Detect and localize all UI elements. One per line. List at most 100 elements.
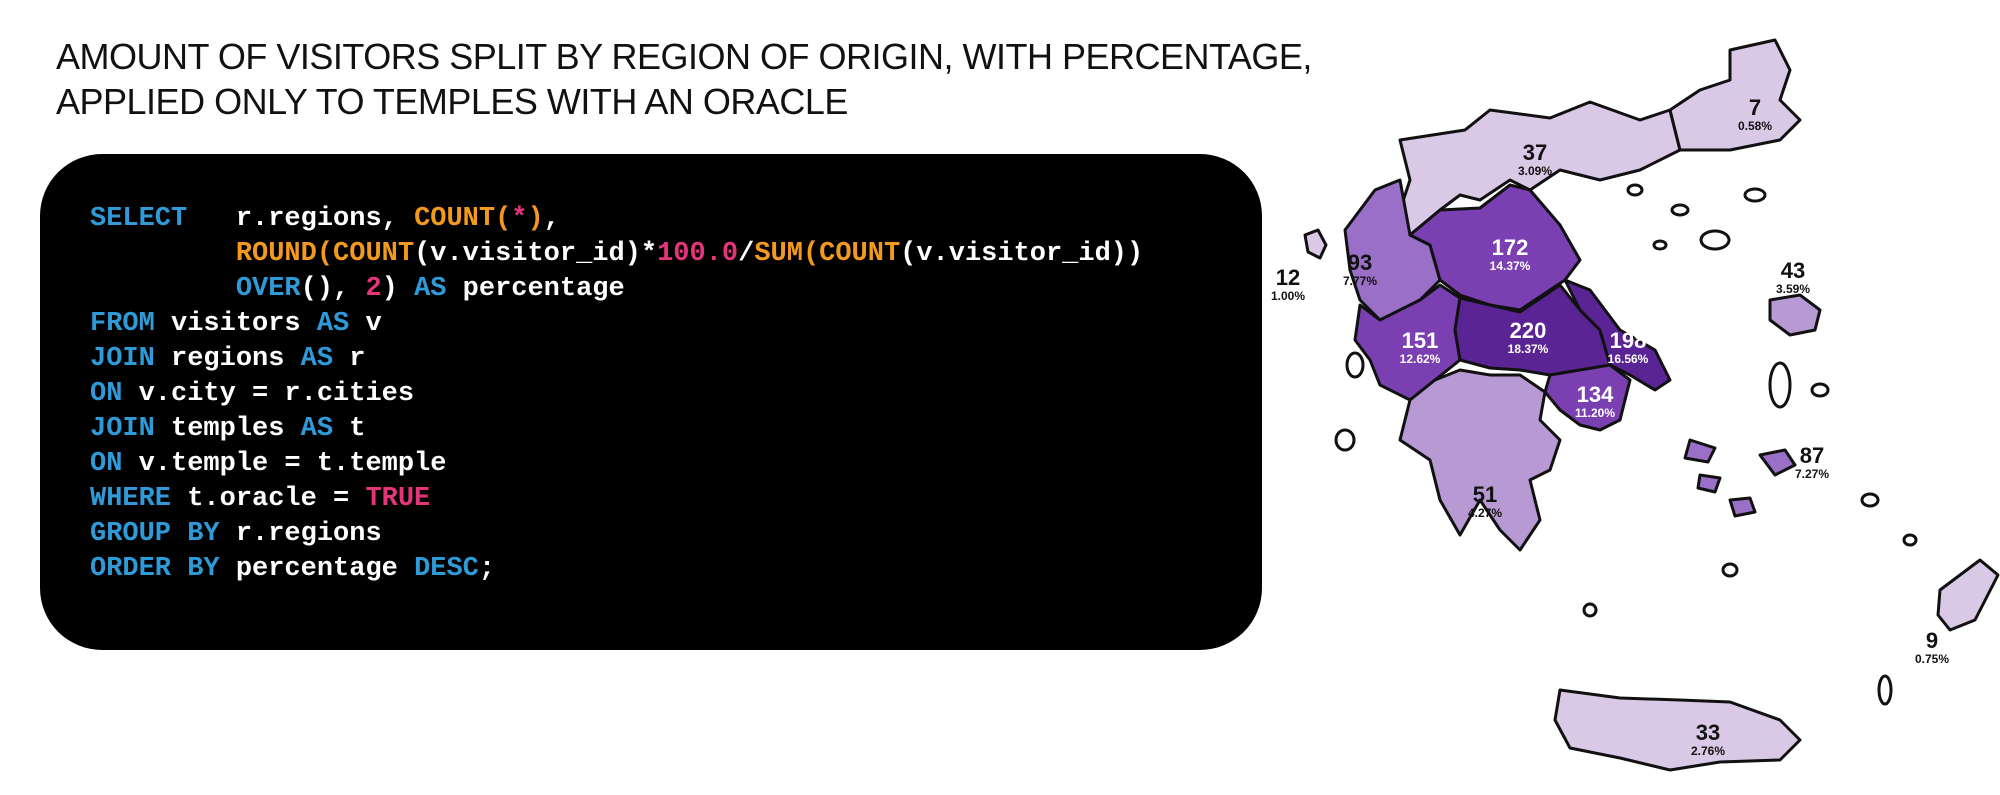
code-token-text: v.city = r.cities	[122, 379, 415, 409]
region-percent-label: 18.37%	[1508, 342, 1549, 356]
region-percent-label: 0.75%	[1915, 652, 1949, 666]
code-token-keyword: SELECT	[90, 204, 188, 234]
code-token-keyword: ON	[90, 379, 123, 409]
region-count-label: 43	[1781, 258, 1805, 283]
code-line: SELECT r.regions, COUNT(*),	[90, 202, 1262, 237]
code-token-text: r	[333, 344, 366, 374]
title-line-2: APPLIED ONLY TO TEMPLES WITH AN ORACLE	[56, 81, 848, 122]
region-percent-label: 12.62%	[1400, 352, 1441, 366]
code-token-function: (	[316, 239, 334, 269]
code-token-function: COUNT	[819, 239, 901, 269]
code-token-keyword: WHERE	[90, 484, 172, 514]
region-percent-label: 11.20%	[1575, 406, 1615, 420]
code-token-literal: 2	[365, 274, 382, 304]
region-percent-label: 16.56%	[1608, 352, 1649, 366]
region-count-label: 87	[1800, 443, 1824, 468]
code-token-keyword: GROUP BY	[90, 519, 220, 549]
code-token-keyword: JOIN	[90, 414, 155, 444]
region-crete	[1553, 688, 1802, 772]
region-percent-label: 1.00%	[1271, 289, 1305, 303]
region-count-label: 33	[1696, 720, 1720, 745]
code-token-text: percentage	[446, 274, 625, 304]
code-token-keyword: AS	[300, 414, 334, 444]
code-token-keyword: OVER	[235, 274, 301, 304]
region-percent-label: 7.77%	[1343, 274, 1377, 288]
region-percent-label: 14.37%	[1490, 259, 1531, 273]
code-line: JOIN temples AS t	[90, 412, 1262, 447]
code-token-function: COUNT	[333, 239, 415, 269]
region-count-label: 51	[1473, 482, 1497, 507]
code-token-text: temples	[154, 414, 301, 444]
code-token-text: )	[381, 274, 415, 304]
title-line-1: AMOUNT OF VISITORS SPLIT BY REGION OF OR…	[56, 36, 1312, 77]
region-count-label: 93	[1348, 250, 1372, 275]
code-token-text: (v.visitor_id))	[900, 239, 1144, 269]
code-token-function: (	[495, 204, 512, 234]
sql-code-panel: SELECT r.regions, COUNT(*), ROUND(COUNT(…	[40, 154, 1262, 650]
code-line: GROUP BY r.regions	[90, 517, 1262, 552]
region-count-label: 12	[1276, 265, 1300, 290]
region-count-label: 198	[1610, 328, 1647, 353]
region-south-aegean	[1683, 438, 1797, 518]
code-token-keyword: DESC	[414, 554, 479, 584]
code-token-text: ;	[478, 554, 496, 584]
region-north-aegean	[1768, 293, 1822, 337]
code-line: ORDER BY percentage DESC;	[90, 552, 1262, 587]
greece-region-map: 37 3.09% 7 0.58% 93 7.77% 172 14.37% 12 1.00% 151 1…	[1260, 30, 2000, 795]
region-percent-label: 3.59%	[1776, 282, 1810, 296]
code-token-text: r.regions,	[187, 204, 415, 234]
sql-query: SELECT r.regions, COUNT(*), ROUND(COUNT(…	[90, 202, 1262, 587]
code-token-text: (v.visitor_id)*	[414, 239, 658, 269]
code-token-function: )	[527, 204, 544, 234]
code-token-keyword: AS	[316, 309, 350, 339]
code-line: WHERE t.oracle = TRUE	[90, 482, 1262, 517]
region-corfu	[1303, 228, 1328, 260]
code-token-function: COUNT	[414, 204, 496, 234]
region-count-label: 37	[1523, 140, 1547, 165]
code-token-keyword: ORDER BY	[90, 554, 220, 584]
code-token-function: (	[802, 239, 820, 269]
code-line: JOIN regions AS r	[90, 342, 1262, 377]
region-count-label: 220	[1510, 318, 1547, 343]
code-token-text: percentage	[219, 554, 415, 584]
region-percent-label: 4.27%	[1468, 506, 1502, 520]
code-token-function: SUM	[754, 239, 803, 269]
code-token-text: visitors	[154, 309, 317, 339]
code-token-keyword: FROM	[90, 309, 155, 339]
code-token-keyword: JOIN	[90, 344, 155, 374]
map-svg: 373.09%70.58%937.77%17214.37%121.00%1511…	[1271, 38, 2000, 772]
code-token-keyword: ON	[90, 449, 123, 479]
code-token-text: /	[738, 239, 755, 269]
code-token-text: r.regions	[219, 519, 382, 549]
code-token-literal: 100.0	[657, 239, 739, 269]
code-token-literal: *	[511, 204, 528, 234]
code-token-text: t	[333, 414, 366, 444]
region-thrace	[1668, 38, 1802, 152]
region-peloponnese	[1398, 368, 1562, 552]
page-title: AMOUNT OF VISITORS SPLIT BY REGION OF OR…	[56, 34, 1336, 124]
region-count-label: 151	[1402, 328, 1439, 353]
code-line: ROUND(COUNT(v.visitor_id)*100.0/SUM(COUN…	[90, 237, 1262, 272]
code-token-keyword: AS	[300, 344, 334, 374]
code-token-text: ,	[543, 204, 560, 234]
region-count-label: 172	[1492, 235, 1529, 260]
code-line: FROM visitors AS v	[90, 307, 1262, 342]
code-token-text: (),	[300, 274, 366, 304]
region-percent-label: 0.58%	[1738, 119, 1772, 133]
region-percent-label: 7.27%	[1795, 467, 1829, 481]
code-line: ON v.temple = t.temple	[90, 447, 1262, 482]
code-token-text: t.oracle =	[171, 484, 366, 514]
code-token-function: ROUND	[235, 239, 317, 269]
code-token-text: regions	[154, 344, 301, 374]
code-token-keyword: AS	[414, 274, 447, 304]
region-dodecanese	[1936, 558, 2000, 632]
code-line: OVER(), 2) AS percentage	[90, 272, 1262, 307]
region-count-label: 134	[1577, 382, 1614, 407]
code-token-text: v	[349, 309, 382, 339]
region-percent-label: 3.09%	[1518, 164, 1552, 178]
region-count-label: 9	[1926, 628, 1938, 653]
region-count-label: 7	[1749, 95, 1761, 120]
code-token-text: v.temple = t.temple	[122, 449, 447, 479]
